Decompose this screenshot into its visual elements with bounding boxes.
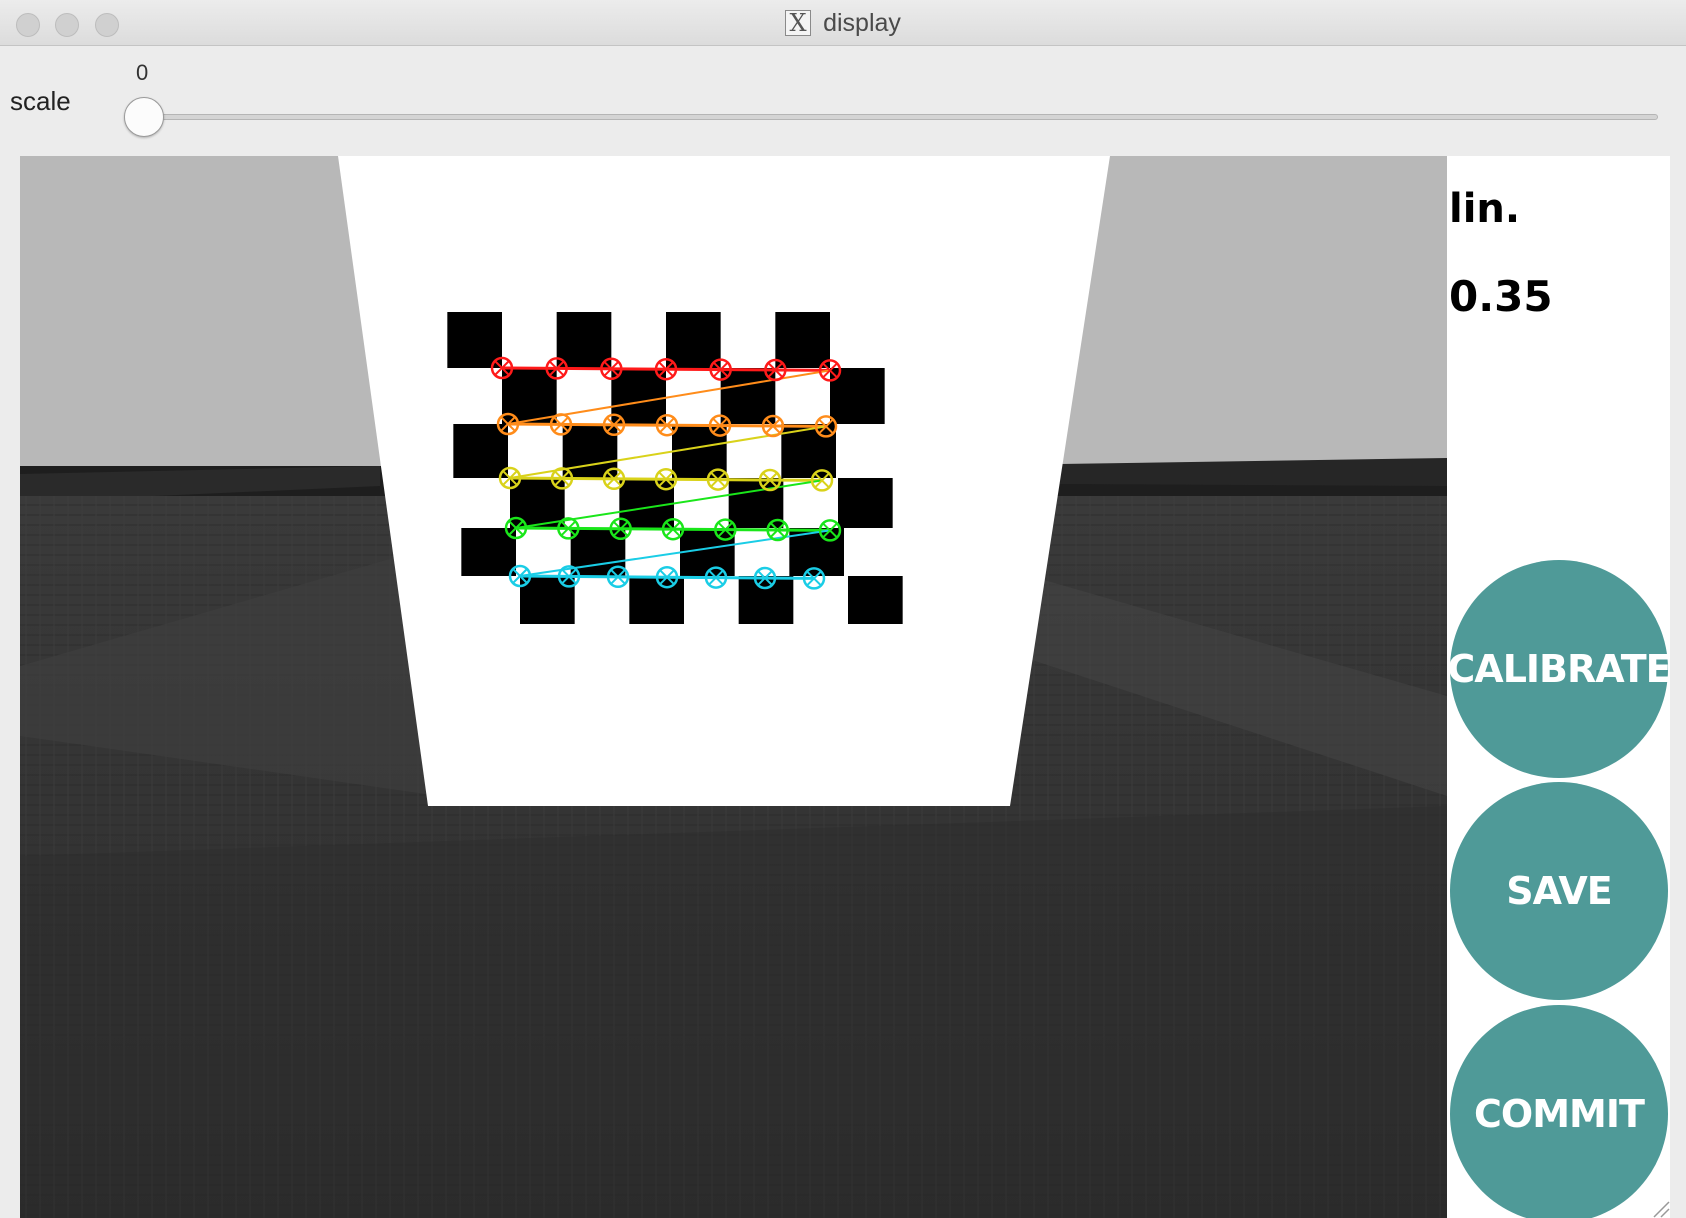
- camera-scene: [20, 156, 1447, 1218]
- x11-icon: X: [785, 10, 812, 36]
- checker-square: [453, 424, 508, 478]
- calibrate-button[interactable]: CALIBRATE: [1447, 560, 1670, 778]
- window-title-text: display: [823, 8, 901, 37]
- checker-square: [556, 312, 612, 368]
- linearity-value: 0.35: [1449, 272, 1553, 321]
- checker-square: [502, 368, 557, 424]
- checker-square: [838, 478, 893, 528]
- checker-square: [738, 576, 794, 624]
- commit-button[interactable]: COMMIT: [1450, 1005, 1668, 1218]
- resize-grip-icon[interactable]: [1648, 1196, 1670, 1218]
- checker-square: [666, 312, 721, 368]
- checker-square: [775, 312, 830, 368]
- window-title-bar: X display: [0, 0, 1686, 46]
- window-title: X display: [0, 8, 1686, 38]
- control-panel: lin. 0.35 CALIBRATE SAVE COMMIT: [1447, 156, 1670, 1218]
- scale-label: scale: [10, 86, 71, 116]
- camera-view: lin. 0.35 CALIBRATE SAVE COMMIT: [20, 156, 1670, 1218]
- scale-slider-track[interactable]: [128, 114, 1658, 120]
- scale-value: 0: [136, 60, 149, 85]
- linearity-label: lin.: [1449, 186, 1521, 232]
- checker-square: [570, 528, 626, 576]
- checker-square: [848, 576, 903, 624]
- checker-square: [447, 312, 502, 368]
- scale-slider-thumb[interactable]: [124, 97, 164, 137]
- save-button[interactable]: SAVE: [1450, 782, 1668, 1000]
